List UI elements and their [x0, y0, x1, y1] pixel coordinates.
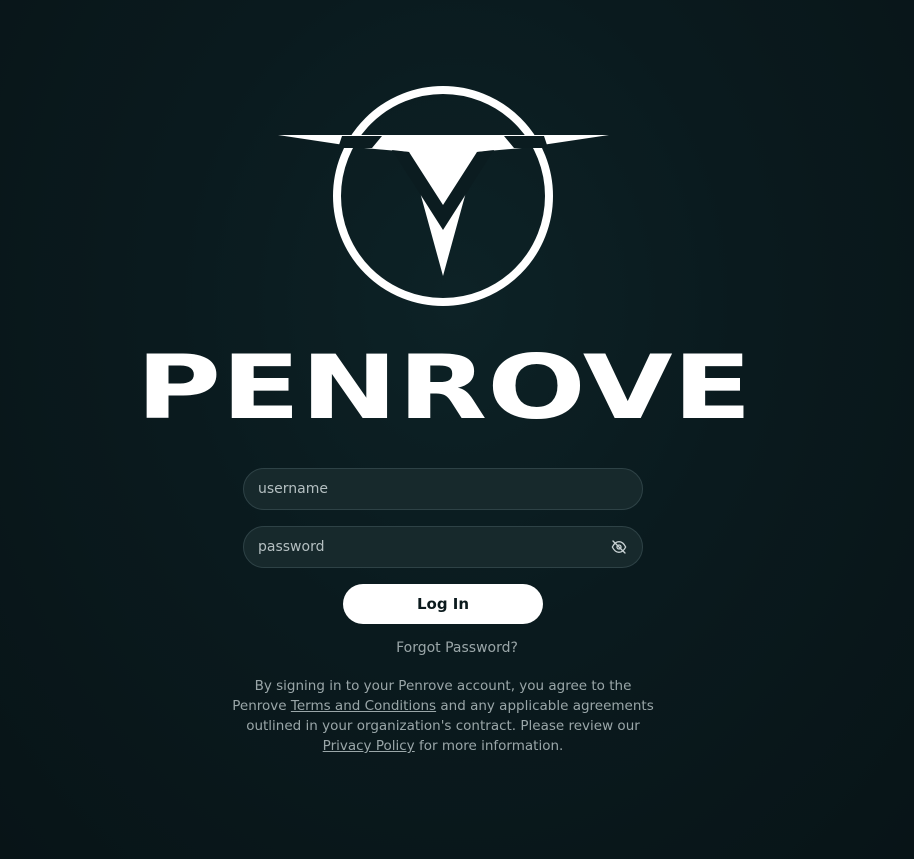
eye-off-icon[interactable]: [610, 538, 628, 556]
username-input[interactable]: [258, 469, 628, 509]
legal-text-3: for more information.: [418, 738, 564, 754]
password-field[interactable]: [243, 526, 643, 568]
login-page: PENROVE Log In Forgot Password? By signi…: [0, 0, 914, 859]
penrove-logo-icon: [278, 86, 609, 306]
penrove-wordmark: PENROVE: [136, 344, 752, 424]
terms-link[interactable]: Terms and Conditions: [291, 698, 436, 714]
password-input[interactable]: [258, 527, 610, 567]
forgot-password-link[interactable]: Forgot Password?: [300, 640, 614, 656]
login-button[interactable]: Log In: [343, 584, 543, 624]
username-field[interactable]: [243, 468, 643, 510]
brand-name: PENROVE: [136, 344, 752, 424]
legal-notice: By signing in to your Penrove account, y…: [232, 676, 654, 756]
privacy-policy-link[interactable]: Privacy Policy: [323, 738, 415, 754]
